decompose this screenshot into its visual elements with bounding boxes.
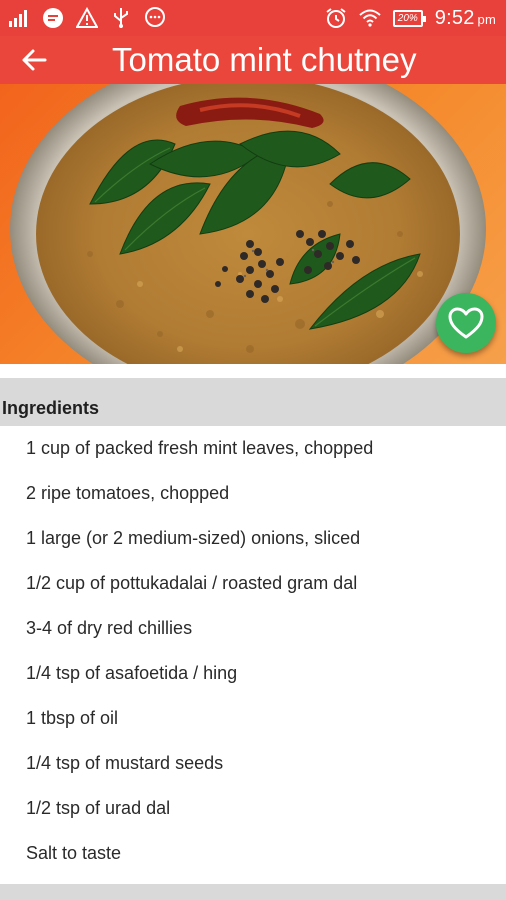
ingredient-item: 1/4 tsp of asafoetida / hing: [26, 663, 238, 683]
chat-icon: [144, 7, 166, 29]
ingredients-header: Ingredients: [0, 378, 506, 426]
usb-icon: [110, 7, 132, 29]
status-left-icons: [8, 7, 166, 29]
ingredients-heading: Ingredients: [2, 398, 100, 418]
ingredient-item: 1/4 tsp of mustard seeds: [26, 753, 224, 773]
ingredient-item: 3-4 of dry red chillies: [26, 618, 193, 638]
favorite-button[interactable]: [436, 293, 496, 353]
alarm-icon: [325, 7, 347, 29]
battery-indicator: 20%: [392, 9, 426, 27]
time-ampm: pm: [477, 11, 496, 27]
status-bar: 20% 9:52 pm: [0, 0, 506, 36]
ingredient-item: 1/2 tsp of urad dal: [26, 798, 171, 818]
ingredient-item: 1 large (or 2 medium-sized) onions, slic…: [26, 528, 361, 548]
message-icon: [42, 7, 64, 29]
ingredient-item: Salt to taste: [26, 843, 122, 863]
status-time: 9:52 pm: [435, 7, 496, 30]
heart-icon: [448, 307, 484, 339]
ingredient-item: 2 ripe tomatoes, chopped: [26, 483, 230, 503]
wifi-icon: [359, 7, 381, 29]
ingredient-list: 1 cup of packed fresh mint leaves, chopp…: [0, 426, 506, 876]
back-button[interactable]: [0, 36, 68, 84]
ingredient-item: 1 cup of packed fresh mint leaves, chopp…: [26, 438, 374, 458]
chutney-photo: [10, 84, 486, 364]
warning-icon: [76, 7, 98, 29]
app-bar: Tomato mint chutney: [0, 36, 506, 84]
ingredient-item: 1/2 cup of pottukadalai / roasted gram d…: [26, 573, 358, 593]
image-spacer: [0, 364, 506, 378]
signal-icon: [8, 7, 30, 29]
section-footer: [0, 884, 506, 900]
page-title: Tomato mint chutney: [112, 41, 417, 78]
time-value: 9:52: [434, 6, 475, 29]
status-right-icons: 20% 9:52 pm: [325, 7, 496, 30]
ingredient-item: 1 tbsp of oil: [26, 708, 119, 728]
recipe-photo: [0, 84, 506, 364]
arrow-left-icon: [22, 49, 47, 71]
